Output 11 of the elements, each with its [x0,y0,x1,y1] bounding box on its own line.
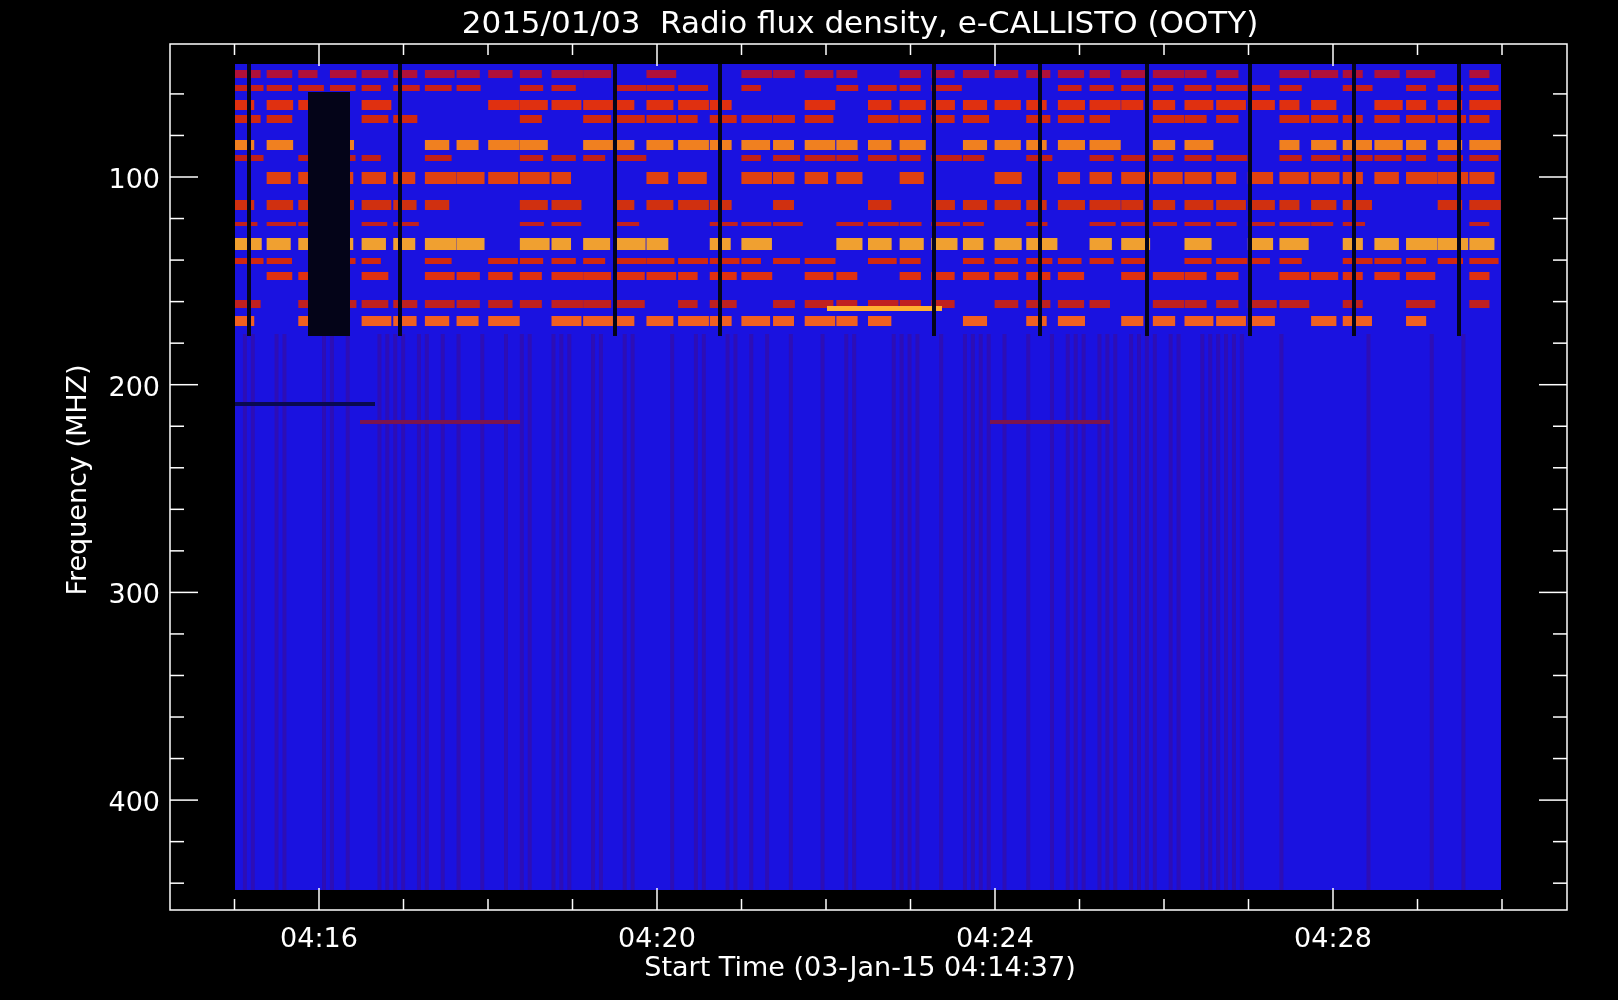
y-axis-label: Frequency (MHZ) [61,364,92,596]
y-tick-label: 400 [108,786,160,818]
x-tick-label: 04:28 [1294,922,1372,953]
x-tick-label: 04:24 [956,922,1034,953]
y-tick-label: 300 [108,578,160,610]
x-axis-label: Start Time (03-Jan-15 04:14:37) [644,951,1076,982]
x-tick-label: 04:20 [618,922,696,953]
chart-title: 2015/01/03 Radio flux density, e-CALLISTO (OOTY) [461,4,1259,40]
y-tick-label: 200 [108,370,160,402]
x-tick-label: 04:16 [280,922,358,953]
y-tick-label: 100 [108,163,160,194]
